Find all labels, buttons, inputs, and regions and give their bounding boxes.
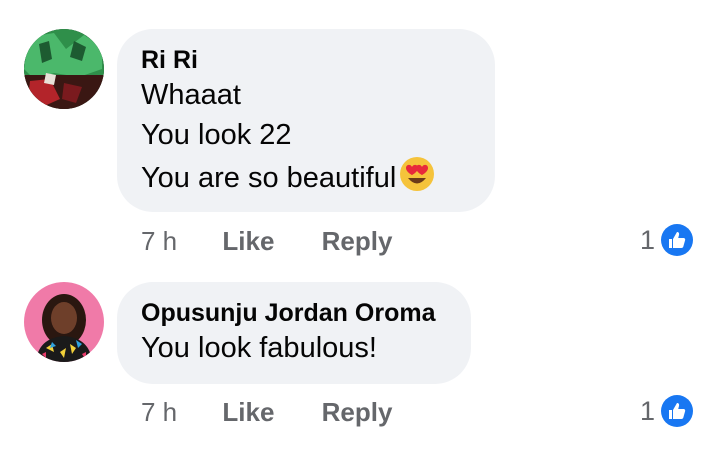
reaction-count: 1 <box>640 395 656 426</box>
like-button[interactable]: Like <box>222 226 274 257</box>
previous-comment-actions-clip <box>0 0 720 4</box>
comment-text-line: You are so beautiful <box>141 162 397 194</box>
heart-eyes-emoji-icon <box>398 155 436 204</box>
timestamp[interactable]: 7 h <box>141 226 177 257</box>
reaction-summary[interactable]: 1 <box>640 395 694 427</box>
avatar[interactable] <box>24 29 104 109</box>
comment-actions: 7 h Like Reply <box>141 226 392 257</box>
reply-button[interactable]: Reply <box>322 226 393 257</box>
comment-bubble: Opusunju Jordan Oroma You look fabulous! <box>117 282 471 384</box>
reaction-count: 1 <box>640 224 656 255</box>
comment-text-line: You look 22 <box>141 119 292 151</box>
reply-button[interactable]: Reply <box>322 397 393 428</box>
comment-text-line: Whaaat <box>141 79 241 111</box>
like-button[interactable]: Like <box>222 397 274 428</box>
thumbs-up-icon <box>661 224 694 256</box>
avatar-image-icon <box>24 282 104 362</box>
comment-text-line: You look fabulous! <box>141 332 377 364</box>
comment-actions: 7 h Like Reply <box>141 397 392 428</box>
timestamp[interactable]: 7 h <box>141 397 177 428</box>
avatar-image-icon <box>24 29 104 109</box>
comment-bubble: Ri Ri Whaaat You look 22 You are so beau… <box>117 29 495 212</box>
comment-author[interactable]: Opusunju Jordan Oroma <box>141 298 445 328</box>
reaction-summary[interactable]: 1 <box>640 224 694 256</box>
comment-author[interactable]: Ri Ri <box>141 45 469 75</box>
avatar[interactable] <box>24 282 104 362</box>
comment-text-row: You are so beautiful <box>141 155 469 204</box>
thumbs-up-icon <box>661 395 694 427</box>
